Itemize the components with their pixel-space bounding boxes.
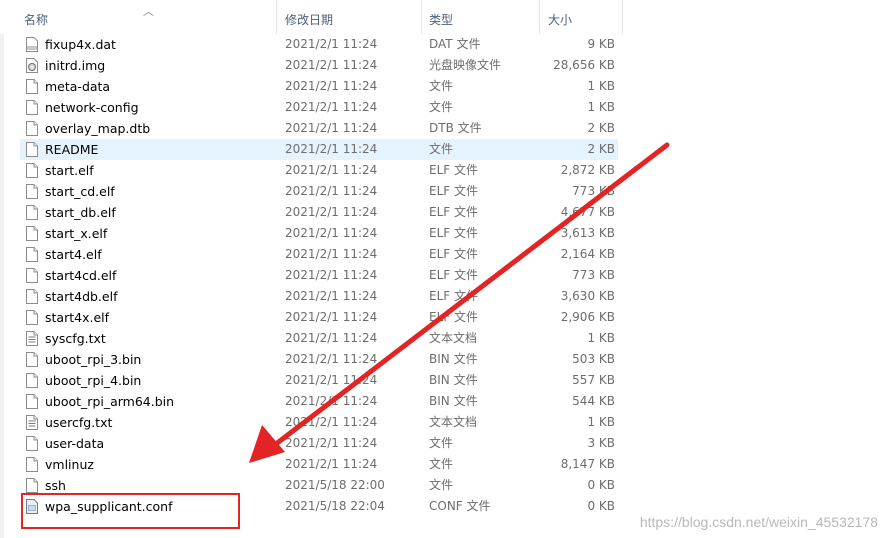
red-arrow-annotation xyxy=(249,142,670,463)
arrow-shaft xyxy=(269,142,670,450)
highlight-box-annotation xyxy=(21,493,240,529)
watermark-text: https://blog.csdn.net/weixin_45532178 xyxy=(639,514,878,530)
